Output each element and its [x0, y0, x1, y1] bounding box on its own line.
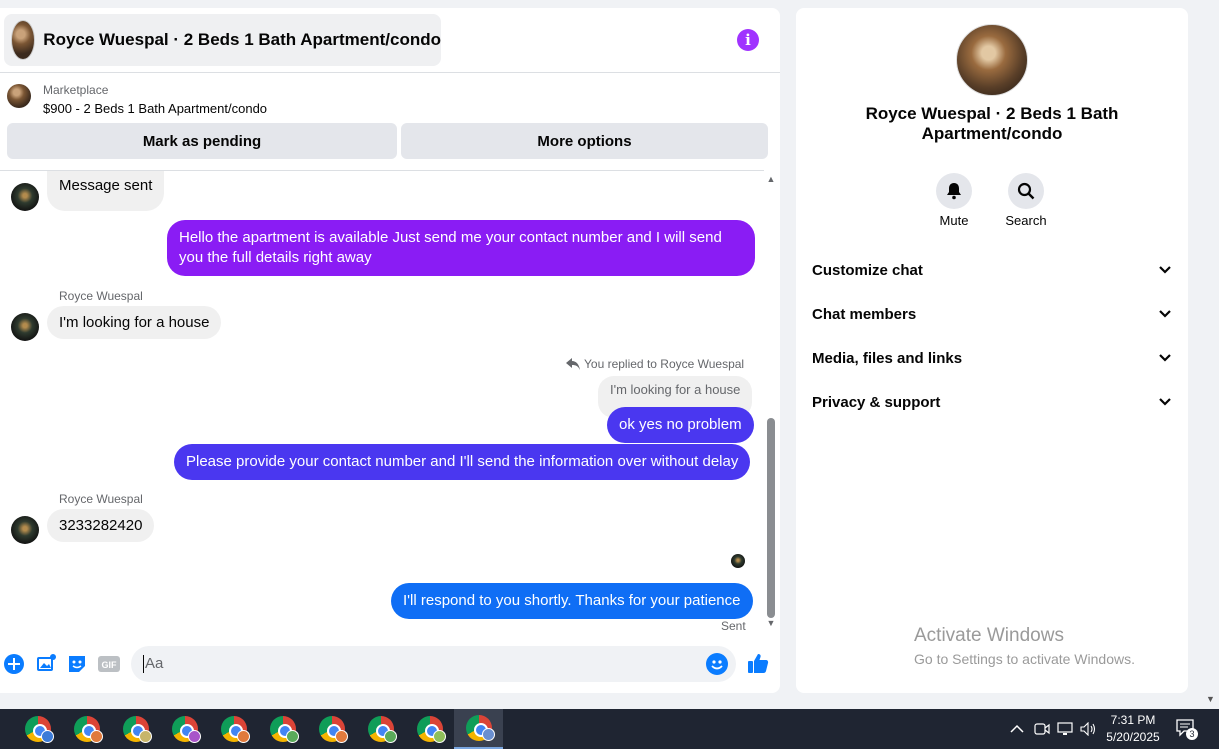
chat-header: Royce Wuespal · 2 Beds 1 Bath Apartment/… [0, 8, 780, 73]
svg-text:GIF: GIF [102, 660, 118, 670]
volume-icon[interactable] [1080, 709, 1098, 749]
notification-center-icon[interactable]: 3 [1176, 719, 1198, 740]
mute-label: Mute [939, 213, 969, 228]
emoji-icon[interactable] [706, 653, 728, 675]
chevron-down-icon [1159, 354, 1171, 362]
contact-avatar[interactable] [11, 516, 39, 544]
info-panel-title: Royce Wuespal · 2 Beds 1 Bath Apartment/… [865, 104, 1119, 143]
chrome-taskbar-icon[interactable] [62, 709, 111, 749]
marketplace-label: Marketplace [43, 83, 109, 97]
composer-bar: GIF Aa [0, 645, 780, 693]
message-list: Message sent Hello the apartment is avai… [0, 170, 764, 640]
scroll-thumb[interactable] [767, 418, 775, 618]
seen-avatar [731, 554, 745, 568]
chrome-taskbar-icon[interactable] [356, 709, 405, 749]
conversation-avatar[interactable] [956, 24, 1028, 96]
section-label: Privacy & support [812, 393, 941, 411]
chevron-down-icon [1159, 398, 1171, 406]
incoming-message[interactable]: Message sent [47, 171, 165, 211]
listing-price-title: $900 - 2 Beds 1 Bath Apartment/condo [43, 101, 268, 116]
conversation-title: Royce Wuespal · 2 Beds 1 Bath Apartment/… [43, 30, 441, 49]
mark-as-pending-button[interactable]: Mark as pending [7, 123, 397, 159]
mute-button[interactable] [936, 173, 972, 209]
search-icon [1017, 182, 1035, 200]
meet-now-icon[interactable] [1034, 709, 1050, 749]
search-label: Search [1005, 213, 1047, 228]
search-button[interactable] [1008, 173, 1044, 209]
incoming-message[interactable]: 3233282420 [47, 509, 155, 542]
section-privacy-support[interactable]: Privacy & support [812, 390, 1172, 414]
bell-icon [947, 183, 961, 200]
clock-time: 7:31 PM [1110, 713, 1156, 727]
info-icon[interactable]: i [737, 29, 759, 51]
like-icon[interactable] [746, 651, 770, 675]
page-scroll-down-icon[interactable]: ▼ [1206, 694, 1215, 704]
clock-date: 5/20/2025 [1106, 730, 1160, 744]
chevron-down-icon [1159, 310, 1171, 318]
marketplace-listing-row[interactable]: Marketplace $900 - 2 Beds 1 Bath Apartme… [0, 74, 780, 124]
incoming-message[interactable]: I'm looking for a house [47, 306, 222, 339]
activate-windows-title: Activate Windows [914, 625, 1064, 646]
conversation-info-panel: Royce Wuespal · 2 Beds 1 Bath Apartment/… [796, 8, 1188, 693]
conversation-title-button[interactable]: Royce Wuespal · 2 Beds 1 Bath Apartment/… [4, 14, 441, 66]
taskbar: 7:31 PM 5/20/2025 3 [0, 709, 1219, 749]
reply-icon [566, 358, 580, 370]
network-icon[interactable] [1057, 709, 1075, 749]
notification-count-badge: 3 [1186, 728, 1198, 740]
chat-panel: Royce Wuespal · 2 Beds 1 Bath Apartment/… [0, 8, 780, 693]
system-clock[interactable]: 7:31 PM 5/20/2025 [1100, 712, 1166, 746]
photo-icon[interactable] [35, 653, 57, 675]
section-label: Media, files and links [812, 349, 963, 367]
sender-name: Royce Wuespal [59, 289, 143, 303]
sticker-icon[interactable] [66, 653, 88, 675]
chrome-taskbar-icon[interactable] [160, 709, 209, 749]
listing-thumbnail [7, 84, 31, 108]
message-input[interactable]: Aa [131, 646, 736, 682]
outgoing-message[interactable]: Please provide your contact number and I… [174, 444, 751, 480]
chevron-down-icon [1159, 266, 1171, 274]
outgoing-message[interactable]: Hello the apartment is available Just se… [167, 220, 755, 276]
section-label: Chat members [812, 305, 917, 323]
chrome-taskbar-icon[interactable] [258, 709, 307, 749]
chrome-taskbar-icon[interactable] [13, 709, 62, 749]
scroll-up-icon[interactable]: ▲ [766, 174, 776, 184]
outgoing-message[interactable]: I'll respond to you shortly. Thanks for … [391, 583, 753, 619]
replied-label: You replied to Royce Wuespal [584, 357, 745, 371]
sender-name: Royce Wuespal [59, 492, 143, 506]
gif-icon[interactable]: GIF [98, 653, 120, 675]
chrome-taskbar-icon[interactable] [209, 709, 258, 749]
chrome-taskbar-icon[interactable] [111, 709, 160, 749]
sent-status: Sent [721, 619, 746, 633]
reply-indicator: You replied to Royce Wuespal [566, 357, 744, 371]
chrome-taskbar-icon[interactable] [405, 709, 454, 749]
contact-avatar[interactable] [11, 313, 39, 341]
contact-avatar[interactable] [11, 183, 39, 211]
message-input-placeholder: Aa [143, 655, 164, 673]
section-media-files-links[interactable]: Media, files and links [812, 346, 1172, 370]
show-hidden-icons[interactable] [1010, 709, 1024, 749]
section-chat-members[interactable]: Chat members [812, 302, 1172, 326]
activate-windows-subtitle: Go to Settings to activate Windows. [914, 651, 1135, 667]
section-label: Customize chat [812, 261, 923, 279]
section-customize-chat[interactable]: Customize chat [812, 258, 1172, 282]
outgoing-message[interactable]: ok yes no problem [607, 407, 754, 443]
message-scrollbar[interactable]: ▲ ▼ [764, 174, 778, 640]
listing-avatar [11, 20, 36, 60]
chrome-taskbar-icon[interactable] [307, 709, 356, 749]
more-options-button[interactable]: More options [401, 123, 768, 159]
chrome-taskbar-icon-active[interactable] [454, 709, 503, 749]
plus-icon[interactable] [3, 653, 25, 675]
scroll-down-icon[interactable]: ▼ [766, 618, 776, 628]
